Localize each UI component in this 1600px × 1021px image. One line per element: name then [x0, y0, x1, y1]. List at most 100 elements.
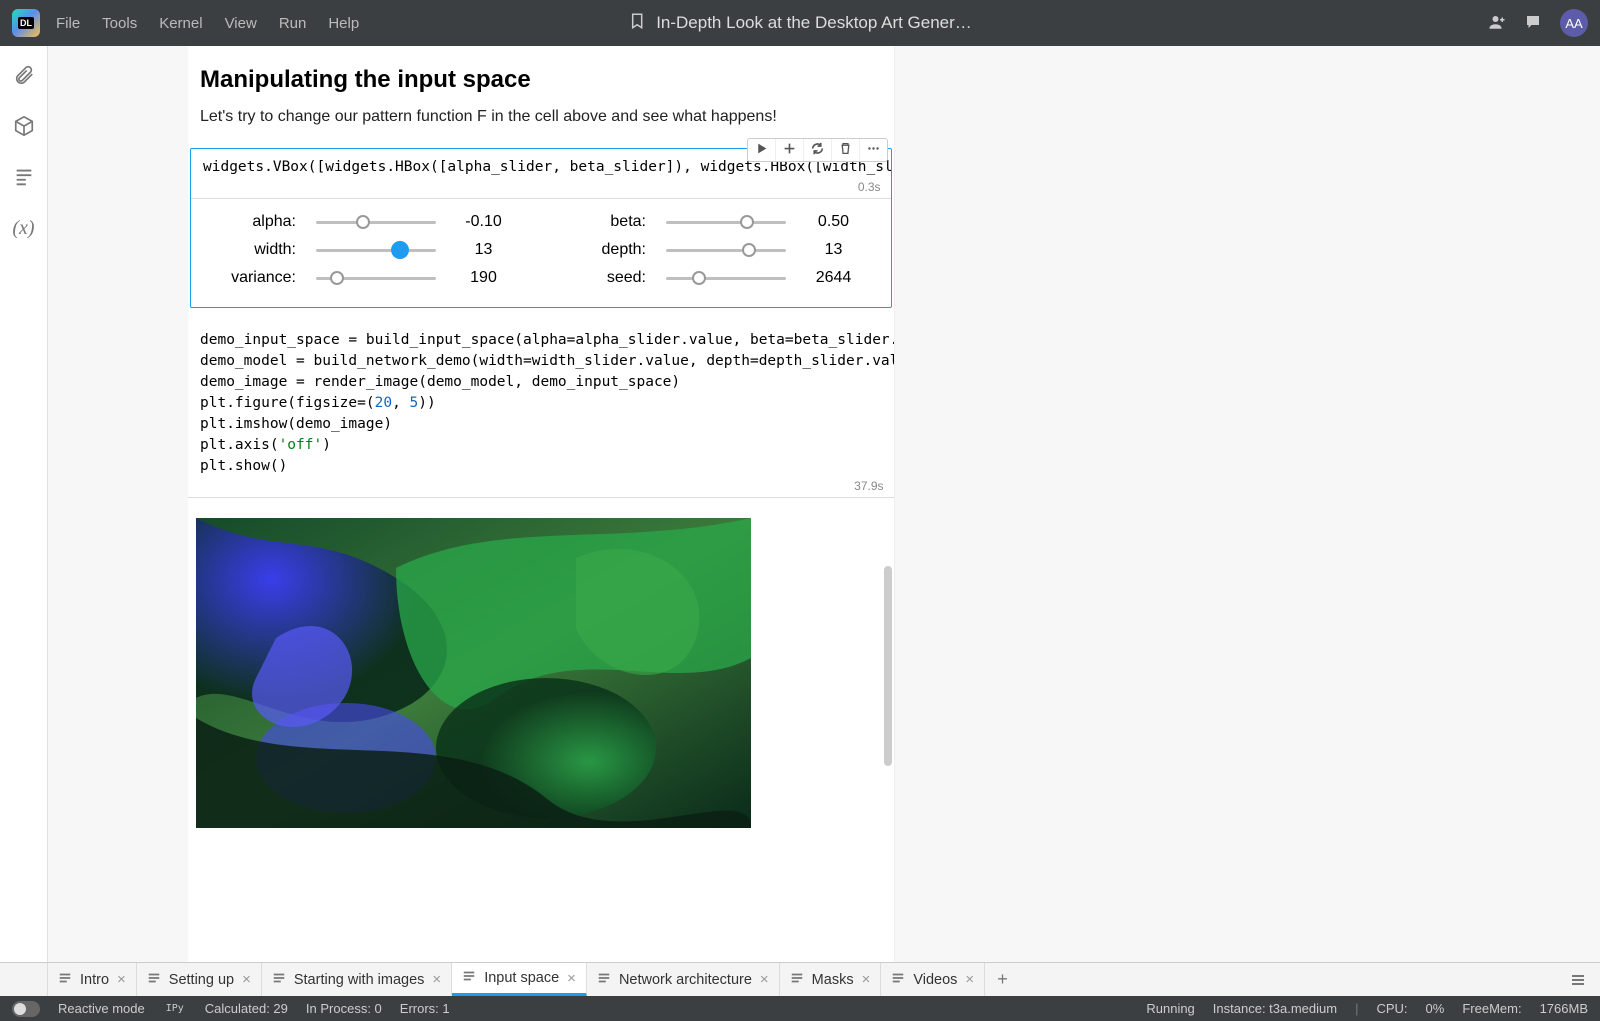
close-icon[interactable]: ×	[117, 971, 126, 988]
slider-label: alpha:	[221, 213, 296, 231]
cell-toolbar	[747, 138, 888, 162]
user-add-icon[interactable]	[1488, 13, 1506, 34]
reactive-mode-toggle[interactable]	[12, 1001, 40, 1017]
menu-tools[interactable]: Tools	[102, 15, 137, 32]
status-mem-label: FreeMem:	[1462, 1001, 1521, 1016]
ipy-badge[interactable]: IPy	[163, 1002, 187, 1015]
tab-masks[interactable]: Masks×	[780, 963, 882, 996]
section-description: Let's try to change our pattern function…	[200, 108, 882, 126]
add-cell-button[interactable]	[776, 139, 804, 161]
status-mem-value: 1766MB	[1540, 1001, 1588, 1016]
tab-setting-up[interactable]: Setting up ×	[137, 963, 262, 996]
status-bar: Reactive mode IPy Calculated: 29 In Proc…	[0, 996, 1600, 1021]
document-title: In-Depth Look at the Desktop Art Gener…	[628, 12, 972, 35]
cell-output	[188, 498, 894, 831]
tab-label: Intro	[80, 972, 109, 988]
slider-value: -0.10	[456, 213, 511, 231]
status-calculated: Calculated: 29	[205, 1001, 288, 1016]
title-text: In-Depth Look at the Desktop Art Gener…	[656, 13, 972, 33]
slider-value: 13	[806, 241, 861, 259]
bookmark-icon[interactable]	[628, 12, 646, 35]
comment-icon[interactable]	[1524, 13, 1542, 34]
slider-label: width:	[221, 241, 296, 259]
avatar[interactable]: AA	[1560, 9, 1588, 37]
menu-run[interactable]: Run	[279, 15, 307, 32]
reactive-mode-label: Reactive mode	[58, 1001, 145, 1016]
slider-track[interactable]	[666, 270, 786, 286]
worksheet-icon	[597, 971, 611, 989]
add-tab-button[interactable]: +	[985, 963, 1020, 996]
slider-beta: beta: 0.50	[571, 213, 861, 231]
close-icon[interactable]: ×	[567, 970, 576, 987]
cell-20[interactable]: [20] demo_input_space = build_input_spac…	[188, 322, 894, 831]
status-cpu-value: 0%	[1426, 1001, 1445, 1016]
worksheet-icon	[58, 971, 72, 989]
app-logo: DL	[12, 9, 40, 37]
cell-exec-time: 37.9s	[188, 479, 894, 497]
menu-view[interactable]: View	[225, 15, 257, 32]
status-instance: Instance: t3a.medium	[1213, 1001, 1337, 1016]
scrollbar[interactable]	[884, 566, 892, 766]
cell-exec-time: 0.3s	[191, 180, 891, 198]
refresh-cell-button[interactable]	[804, 139, 832, 161]
close-icon[interactable]: ×	[432, 971, 441, 988]
worksheet-icon	[147, 971, 161, 989]
slider-track[interactable]	[316, 270, 436, 286]
worksheet-icon	[790, 971, 804, 989]
status-inprocess: In Process: 0	[306, 1001, 382, 1016]
titlebar: DL File Tools Kernel View Run Help In-De…	[0, 0, 1600, 46]
worksheet-tabs: Intro×Setting up×Starting with images×In…	[0, 962, 1600, 996]
slider-value: 0.50	[806, 213, 861, 231]
tab-label: Setting up	[169, 972, 234, 988]
tabs-menu-icon[interactable]	[1556, 963, 1600, 996]
tab-label: Videos	[913, 972, 957, 988]
status-errors: Errors: 1	[400, 1001, 450, 1016]
slider-track[interactable]	[666, 214, 786, 230]
close-icon[interactable]: ×	[242, 971, 251, 988]
status-cpu-label: CPU:	[1376, 1001, 1407, 1016]
slider-track[interactable]	[316, 242, 436, 258]
slider-label: variance:	[221, 269, 296, 287]
tab-label: Network architecture	[619, 972, 752, 988]
cell-code[interactable]: demo_input_space = build_input_space(alp…	[188, 322, 894, 479]
main-menu: File Tools Kernel View Run Help	[56, 15, 359, 32]
close-icon[interactable]: ×	[760, 971, 769, 988]
tab-intro[interactable]: Intro ×	[48, 963, 137, 996]
tab-starting-with-images[interactable]: Starting with images×	[262, 963, 452, 996]
slider-label: depth:	[571, 241, 646, 259]
output-image	[196, 518, 751, 828]
slider-value: 13	[456, 241, 511, 259]
variables-icon[interactable]: (x)	[12, 217, 34, 240]
left-sidebar: (x)	[0, 46, 48, 962]
tab-label: Input space	[484, 970, 559, 986]
tab-videos[interactable]: Videos ×	[881, 963, 985, 996]
tab-network-architecture[interactable]: Network architecture ×	[587, 963, 780, 996]
slider-label: seed:	[571, 269, 646, 287]
slider-track[interactable]	[316, 214, 436, 230]
worksheet-icon	[891, 971, 905, 989]
widget-output: alpha: -0.10 beta: 0.50 width: 13 depth: 13 vari…	[191, 199, 891, 307]
menu-kernel[interactable]: Kernel	[159, 15, 202, 32]
worksheet-icon	[462, 969, 476, 987]
worksheet-icon	[272, 971, 286, 989]
slider-track[interactable]	[666, 242, 786, 258]
slider-value: 2644	[806, 269, 861, 287]
close-icon[interactable]: ×	[965, 971, 974, 988]
menu-help[interactable]: Help	[328, 15, 359, 32]
box-icon[interactable]	[13, 115, 35, 140]
close-icon[interactable]: ×	[862, 971, 871, 988]
run-cell-button[interactable]	[748, 139, 776, 161]
tab-input-space[interactable]: Input space ×	[452, 963, 587, 996]
cell-17[interactable]: [17] widgets.VBox([widgets.HBox([alpha_s…	[188, 148, 894, 308]
slider-width: width: 13	[221, 241, 511, 259]
toc-icon[interactable]	[13, 166, 35, 191]
more-cell-button[interactable]	[860, 139, 887, 161]
menu-file[interactable]: File	[56, 15, 80, 32]
slider-seed: seed: 2644	[571, 269, 861, 287]
slider-label: beta:	[571, 213, 646, 231]
delete-cell-button[interactable]	[832, 139, 860, 161]
slider-alpha: alpha: -0.10	[221, 213, 511, 231]
attachment-icon[interactable]	[13, 64, 35, 89]
section-heading: Manipulating the input space	[200, 66, 882, 94]
status-running: Running	[1146, 1001, 1194, 1016]
